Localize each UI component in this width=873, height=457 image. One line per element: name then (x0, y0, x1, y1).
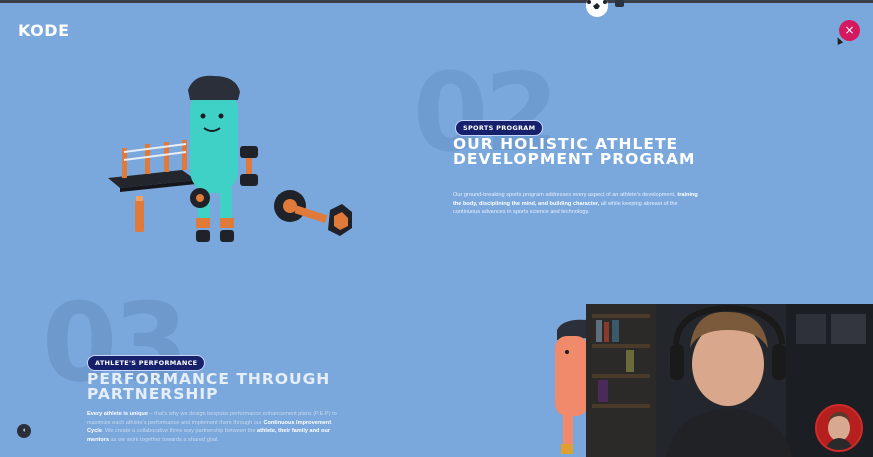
tag-sports-program: SPORTS PROGRAM (455, 120, 544, 136)
tag-athletes-performance: ATHLETE'S PERFORMANCE (87, 355, 206, 371)
close-icon: × (844, 23, 855, 37)
streamer-avatar (815, 404, 863, 452)
athlete-training-illustration (90, 70, 360, 265)
window-top-bar (0, 0, 873, 3)
partial-character-illustration (553, 318, 588, 457)
section-2-text-part-3: as we work together towards a shared goa… (109, 436, 219, 443)
section-2-text-part-2: . We create a collaborative three way pa… (101, 428, 257, 434)
sound-icon: ◖ (21, 427, 27, 434)
section-1-description: Our ground-breaking sports program addre… (453, 191, 703, 217)
brand-logo[interactable]: KODE (18, 21, 70, 40)
close-button[interactable]: × (839, 20, 860, 41)
sound-toggle-button[interactable]: ◖ (17, 424, 31, 438)
soccer-ball-illustration (585, 0, 625, 23)
section-1-text-part-1: Our ground-breaking sports program addre… (453, 192, 676, 198)
section-1-title: OUR HOLISTIC ATHLETE DEVELOPMENT PROGRAM (453, 135, 696, 168)
section-2-description: Every athlete is unique – that's why we … (87, 410, 337, 444)
section-2-text-bold-1: Every athlete is unique (87, 411, 148, 417)
section-2-title: PERFORMANCE THROUGH PARTNERSHIP (87, 370, 331, 403)
